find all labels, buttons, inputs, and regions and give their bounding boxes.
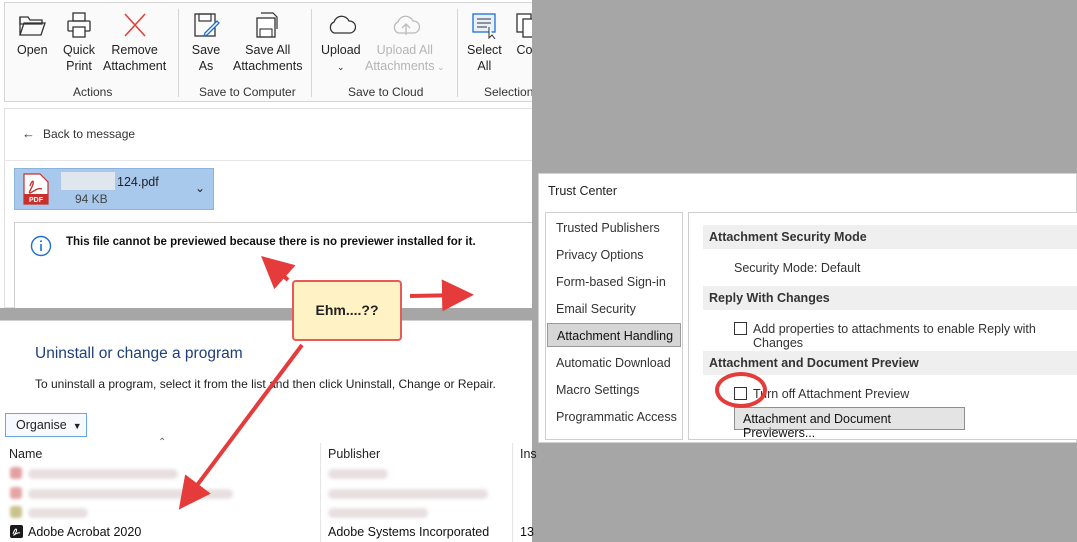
attachment-filename: 124.pdf <box>117 175 159 189</box>
annotation-circle <box>715 372 767 408</box>
group-label-selection: Selection <box>484 85 532 99</box>
printer-icon <box>67 12 91 38</box>
nav-form-based-sign-in[interactable]: Form-based Sign-in <box>556 275 666 289</box>
ribbon-separator <box>311 9 312 97</box>
program-installed: 13 <box>520 525 534 539</box>
remove-x-icon <box>124 13 146 37</box>
nav-macro-settings[interactable]: Macro Settings <box>556 383 639 397</box>
copy-icon <box>516 13 532 38</box>
column-header-publisher[interactable]: Publisher <box>328 447 380 461</box>
copy-button[interactable]: Cop <box>513 11 532 58</box>
back-to-message-link[interactable]: ← Back to message <box>22 126 135 141</box>
section-header-document-preview: Attachment and Document Preview <box>703 351 1077 375</box>
organise-button[interactable]: Organise ▼ <box>5 413 87 437</box>
page-title: Uninstall or change a program <box>35 345 243 362</box>
folder-open-icon <box>19 16 47 36</box>
chevron-down-icon: ⌄ <box>434 62 445 72</box>
blurred-publisher <box>328 508 428 518</box>
blurred-publisher <box>328 469 388 479</box>
attachment-size: 94 KB <box>75 192 108 206</box>
upload-all-attachments-button[interactable]: Upload All Attachments ⌄ <box>365 11 445 75</box>
blurred-program-icon <box>10 487 22 499</box>
section-header-reply-with-changes: Reply With Changes <box>703 286 1077 310</box>
nav-email-security[interactable]: Email Security <box>556 302 636 316</box>
group-label-actions: Actions <box>73 85 113 99</box>
save-all-attachments-button[interactable]: Save All Attachments <box>233 11 302 74</box>
preview-error-text: This file cannot be previewed because th… <box>66 236 476 248</box>
blurred-program-row <box>28 469 178 479</box>
trust-center-nav: Trusted Publishers Privacy Options Form-… <box>545 212 683 440</box>
ribbon-separator <box>178 9 179 97</box>
ribbon-separator <box>457 9 458 97</box>
blurred-program-row <box>28 508 88 518</box>
nav-programmatic-access[interactable]: Programmatic Access <box>556 410 677 424</box>
arrow-left-icon: ← <box>22 126 35 141</box>
remove-attachment-button[interactable]: Remove Attachment <box>103 11 166 74</box>
dropdown-arrow-icon: ▼ <box>72 421 82 431</box>
attachment-chip[interactable]: PDF 124.pdf 94 KB ⌄ <box>14 168 214 210</box>
turn-off-preview-label: Turn off Attachment Preview <box>753 387 910 401</box>
svg-text:PDF: PDF <box>29 197 44 204</box>
security-mode-value: Security Mode: Default <box>734 261 861 275</box>
quick-print-button[interactable]: Quick Print <box>63 11 95 74</box>
save-as-icon <box>194 13 220 38</box>
page-subtitle: To uninstall a program, select it from t… <box>35 377 496 391</box>
program-name: Adobe Acrobat 2020 <box>28 525 142 539</box>
group-label-save-to-cloud: Save to Cloud <box>348 85 424 99</box>
attachment-ribbon: Open Quick Print Remove Attachment Actions <box>4 2 532 102</box>
chevron-down-icon: ⌄ <box>337 62 345 72</box>
divider <box>4 160 532 161</box>
annotation-callout: Ehm....?? <box>292 280 402 341</box>
pdf-file-icon: PDF <box>23 173 49 205</box>
blurred-publisher <box>328 489 488 499</box>
nav-privacy-options[interactable]: Privacy Options <box>556 248 644 262</box>
preview-message-box <box>14 222 532 308</box>
previewers-button[interactable]: Attachment and Document Previewers... <box>734 407 965 440</box>
reply-with-changes-checkbox[interactable] <box>734 322 747 335</box>
column-header-installed[interactable]: Ins <box>520 447 537 461</box>
column-header-name[interactable]: Name <box>9 447 42 461</box>
nav-trusted-publishers[interactable]: Trusted Publishers <box>556 221 660 235</box>
cloud-icon <box>329 15 356 34</box>
select-all-icon <box>472 13 497 39</box>
programs-and-features: Uninstall or change a program To uninsta… <box>0 320 537 542</box>
chevron-down-icon[interactable]: ⌄ <box>195 181 205 195</box>
back-label: Back to message <box>43 127 136 141</box>
nav-attachment-handling[interactable]: Attachment Handling <box>547 323 681 347</box>
nav-automatic-download[interactable]: Automatic Download <box>556 356 671 370</box>
redacted-filename <box>61 172 115 190</box>
program-publisher: Adobe Systems Incorporated <box>328 525 490 539</box>
column-divider <box>320 443 321 542</box>
reply-with-changes-label: Add properties to attachments to enable … <box>753 322 1036 350</box>
group-label-save-to-computer: Save to Computer <box>199 85 296 99</box>
blurred-program-row <box>28 489 233 499</box>
blurred-program-icon <box>10 467 22 479</box>
cloud-upload-icon <box>393 15 420 35</box>
select-all-button[interactable]: Select All <box>467 11 502 74</box>
column-divider <box>512 443 513 542</box>
info-icon <box>30 235 52 257</box>
organise-label: Organise <box>16 418 67 432</box>
trust-center-dialog: Trust Center Trusted Publishers Privacy … <box>538 173 1077 443</box>
save-as-button[interactable]: Save As <box>191 11 221 74</box>
dialog-title: Trust Center <box>548 184 618 198</box>
section-header-security-mode: Attachment Security Mode <box>703 225 1077 249</box>
open-button[interactable]: Open <box>17 11 48 58</box>
blurred-program-icon <box>10 506 22 518</box>
upload-button[interactable]: Upload ⌄ <box>321 11 361 75</box>
acrobat-icon <box>10 525 23 538</box>
save-all-icon <box>256 12 278 38</box>
sort-caret-icon: ⌃ <box>158 437 167 448</box>
outlook-attachment-view: Open Quick Print Remove Attachment Actions <box>0 0 532 308</box>
